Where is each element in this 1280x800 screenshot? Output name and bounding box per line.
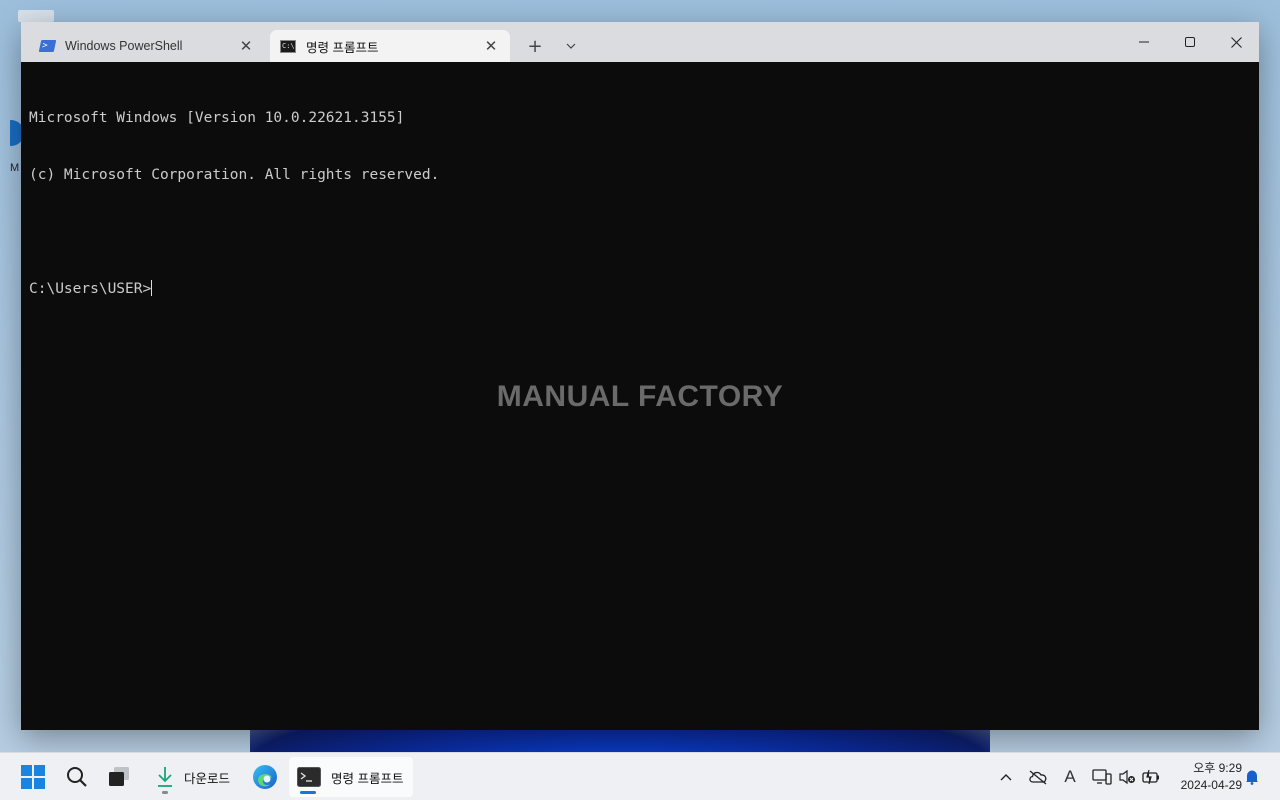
terminal-window: > Windows PowerShell ✕ C:\ 명령 프롬프트 ✕ + M…: [21, 22, 1259, 730]
downloads-label: 다운로드: [184, 771, 231, 786]
edge-taskbar-item[interactable]: [248, 757, 282, 797]
clock-time: 오후 9:29: [1193, 761, 1242, 775]
active-app-indicator: [300, 791, 316, 794]
tab-label: 명령 프롬프트: [306, 40, 379, 55]
edge-browser-icon: [253, 765, 277, 789]
tab-close-icon[interactable]: ✕: [480, 35, 502, 57]
running-app-indicator: [162, 791, 168, 794]
command-prompt-line[interactable]: C:\Users\USER>: [29, 280, 1251, 299]
terminal-line: Microsoft Windows [Version 10.0.22621.31…: [29, 110, 405, 126]
volume-muted-icon: [1119, 769, 1135, 785]
ime-mode-label: A: [1064, 767, 1076, 786]
cloud-offline-icon: [1029, 770, 1047, 785]
terminal-icon: [297, 767, 321, 787]
network-tray-button[interactable]: [1091, 757, 1113, 797]
chevron-up-icon: [1000, 774, 1012, 781]
clock[interactable]: 오후 9:29 2024-04-29: [1166, 760, 1242, 794]
maximize-button[interactable]: [1167, 22, 1213, 62]
onedrive-tray-button[interactable]: [1027, 757, 1049, 797]
desktop-recycle-bin-fragment[interactable]: [18, 10, 54, 22]
terminal-line: (c) Microsoft Corporation. All rights re…: [29, 167, 440, 183]
title-bar[interactable]: > Windows PowerShell ✕ C:\ 명령 프롬프트 ✕ +: [21, 22, 1259, 62]
tab-close-icon[interactable]: ✕: [235, 35, 257, 57]
network-icon: [1092, 769, 1112, 785]
notifications-button[interactable]: [1243, 757, 1261, 797]
maximize-icon: [1185, 37, 1195, 47]
tab-command-prompt[interactable]: C:\ 명령 프롬프트 ✕: [270, 30, 510, 62]
task-view-button[interactable]: [102, 757, 136, 797]
download-arrow-icon: [158, 767, 172, 787]
prompt-text: C:\Users\USER>: [29, 281, 152, 297]
chevron-down-icon: [566, 43, 576, 49]
tab-dropdown-button[interactable]: [559, 34, 583, 58]
battery-tray-button[interactable]: [1140, 757, 1162, 797]
bell-icon: [1246, 770, 1258, 785]
clock-date: 2024-04-29: [1180, 778, 1242, 792]
taskbar: 다운로드 명령 프롬프트 A 오후 9:29 2024-04-29: [0, 752, 1280, 800]
new-tab-button[interactable]: +: [523, 34, 547, 58]
tab-label: Windows PowerShell: [65, 39, 183, 53]
task-view-icon: [109, 767, 129, 786]
text-cursor: [151, 280, 153, 296]
windows-logo-icon: [21, 765, 45, 789]
minimize-button[interactable]: [1121, 22, 1167, 62]
command-prompt-icon: C:\: [280, 38, 296, 54]
command-prompt-label: 명령 프롬프트: [331, 771, 404, 786]
tab-windows-powershell[interactable]: > Windows PowerShell ✕: [29, 30, 265, 62]
watermark: MANUAL FACTORY: [496, 380, 784, 413]
search-button[interactable]: [60, 757, 94, 797]
ime-indicator[interactable]: A: [1060, 757, 1080, 797]
search-icon: [67, 767, 87, 787]
volume-tray-button[interactable]: [1117, 757, 1137, 797]
show-hidden-icons-button[interactable]: [996, 757, 1016, 797]
powershell-icon: >: [38, 38, 56, 54]
start-button[interactable]: [16, 757, 50, 797]
close-button[interactable]: [1213, 22, 1259, 62]
minimize-icon: [1139, 41, 1149, 43]
battery-charging-icon: [1142, 769, 1159, 785]
close-icon: [1230, 36, 1242, 48]
